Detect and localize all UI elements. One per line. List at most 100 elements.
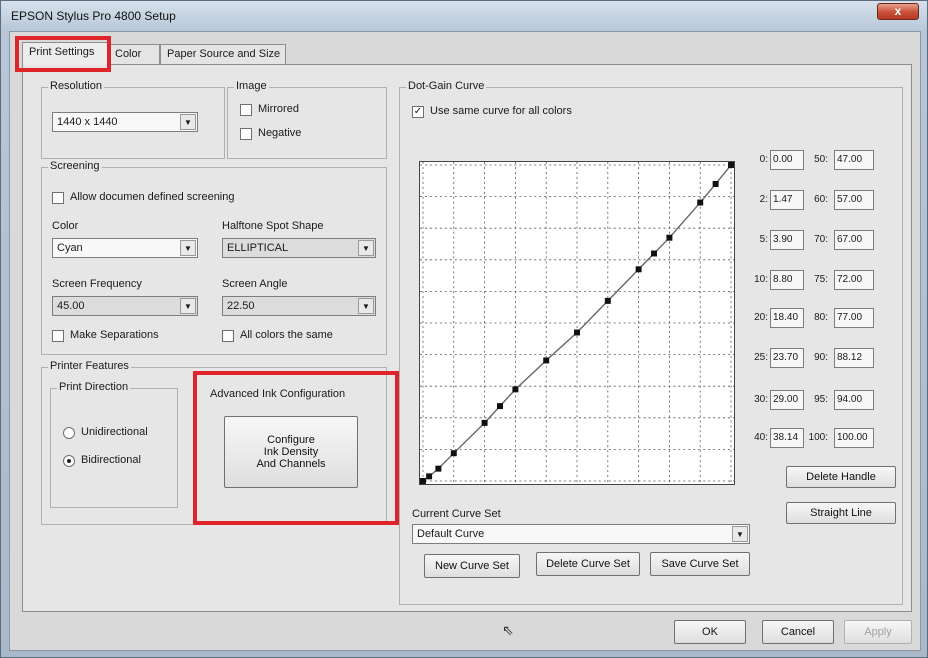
- highlight-print-settings-tab: [15, 36, 111, 72]
- bidirectional-radio[interactable]: [63, 455, 75, 467]
- curve-point-value-field[interactable]: 77.00: [834, 308, 874, 328]
- delete-handle-button[interactable]: Delete Handle: [786, 466, 896, 488]
- all-colors-checkbox[interactable]: [222, 330, 234, 342]
- angle-value: 22.50: [227, 300, 255, 312]
- curve-point-label: 90:: [814, 352, 828, 363]
- curve-handle-point[interactable]: [420, 478, 426, 484]
- angle-label: Screen Angle: [222, 278, 288, 290]
- chevron-down-icon: ▼: [180, 114, 196, 130]
- curve-handle-point[interactable]: [635, 266, 642, 273]
- curve-handle-point[interactable]: [435, 465, 442, 472]
- highlight-advanced-ink: [193, 371, 399, 525]
- use-same-curve-label: Use same curve for all colors: [430, 105, 572, 117]
- curve-handle-point[interactable]: [712, 180, 719, 187]
- chevron-down-icon: ▼: [358, 298, 374, 314]
- new-curve-set-button[interactable]: New Curve Set: [424, 554, 520, 578]
- curve-point-value-field[interactable]: 8.80: [770, 270, 804, 290]
- curve-point-label: 5:: [759, 234, 768, 245]
- color-select[interactable]: Cyan ▼: [52, 238, 198, 258]
- curve-handle-point[interactable]: [481, 419, 488, 426]
- curve-point-label: 20:: [754, 312, 768, 323]
- curve-point-label: 100:: [808, 432, 828, 443]
- tab-color[interactable]: Color: [108, 44, 160, 64]
- angle-select[interactable]: 22.50 ▼: [222, 296, 376, 316]
- unidirectional-radio[interactable]: [63, 427, 75, 439]
- curve-handle-point[interactable]: [651, 250, 657, 257]
- curve-point-value-field[interactable]: 94.00: [834, 390, 874, 410]
- curve-handle-point[interactable]: [666, 234, 673, 241]
- dot-gain-curve-chart[interactable]: [419, 161, 735, 485]
- curve-point-value-field[interactable]: 57.00: [834, 190, 874, 210]
- curve-handle-point[interactable]: [697, 199, 704, 206]
- ok-button[interactable]: OK: [674, 620, 746, 644]
- mouse-cursor-icon: ⇖: [502, 622, 514, 638]
- curve-point-value-field[interactable]: 0.00: [770, 150, 804, 170]
- print-settings-panel: Resolution 1440 x 1440 ▼ Image Mirrored …: [22, 64, 912, 612]
- curve-point-value-field[interactable]: 1.47: [770, 190, 804, 210]
- curve-point-value-field[interactable]: 18.40: [770, 308, 804, 328]
- curve-handle-point[interactable]: [426, 473, 433, 480]
- curve-point-label: 25:: [754, 352, 768, 363]
- resolution-select[interactable]: 1440 x 1440 ▼: [52, 112, 198, 132]
- tab-paper-source[interactable]: Paper Source and Size: [160, 44, 286, 64]
- cancel-button[interactable]: Cancel: [762, 620, 834, 644]
- halftone-label: Halftone Spot Shape: [222, 220, 324, 232]
- curve-handle-point[interactable]: [728, 162, 734, 168]
- negative-checkbox[interactable]: [240, 128, 252, 140]
- apply-button[interactable]: Apply: [844, 620, 912, 644]
- curve-handle-point[interactable]: [497, 403, 503, 410]
- dialog-footer: ⇖ OK Cancel Apply: [10, 612, 920, 650]
- curve-point-value-field[interactable]: 38.14: [770, 428, 804, 448]
- curve-point-label: 0:: [759, 154, 768, 165]
- curve-point-value-field[interactable]: 67.00: [834, 230, 874, 250]
- curve-handle-point[interactable]: [512, 386, 519, 393]
- curve-point-value-field[interactable]: 3.90: [770, 230, 804, 250]
- curve-handle-point[interactable]: [543, 357, 550, 364]
- curve-point-label: 95:: [814, 394, 828, 405]
- make-separations-checkbox[interactable]: [52, 330, 64, 342]
- frequency-select[interactable]: 45.00 ▼: [52, 296, 198, 316]
- color-label: Color: [52, 220, 79, 232]
- resolution-group: Resolution 1440 x 1440 ▼: [41, 80, 225, 159]
- delete-curve-set-button[interactable]: Delete Curve Set: [536, 552, 640, 576]
- curve-point-label: 2:: [759, 194, 768, 205]
- negative-label: Negative: [258, 127, 302, 139]
- curve-point-value-field[interactable]: 23.70: [770, 348, 804, 368]
- curve-point-value-field[interactable]: 72.00: [834, 270, 874, 290]
- window-title: EPSON Stylus Pro 4800 Setup: [11, 9, 176, 23]
- curve-handle-point[interactable]: [450, 450, 457, 457]
- dialog-client: Print Settings Color Paper Source and Si…: [9, 31, 921, 651]
- chevron-down-icon: ▼: [732, 526, 748, 542]
- dot-gain-legend: Dot-Gain Curve: [406, 80, 487, 92]
- halftone-select[interactable]: ELLIPTICAL ▼: [222, 238, 376, 258]
- curve-handle-point[interactable]: [574, 329, 580, 336]
- curve-point-value-field[interactable]: 100.00: [834, 428, 874, 448]
- curve-handle-point[interactable]: [604, 297, 611, 304]
- chevron-down-icon: ▼: [180, 298, 196, 314]
- mirrored-checkbox[interactable]: [240, 104, 252, 116]
- curve-point-label: 40:: [754, 432, 768, 443]
- printer-features-legend: Printer Features: [48, 360, 131, 372]
- curve-point-value-field[interactable]: 88.12: [834, 348, 874, 368]
- allow-screening-checkbox[interactable]: [52, 192, 64, 204]
- screening-group: Screening Allow documen defined screenin…: [41, 160, 387, 355]
- straight-line-button[interactable]: Straight Line: [786, 502, 896, 524]
- curve-point-label: 50:: [814, 154, 828, 165]
- current-curve-set-select[interactable]: Default Curve ▼: [412, 524, 750, 544]
- all-colors-label: All colors the same: [240, 329, 333, 341]
- curve-point-label: 60:: [814, 194, 828, 205]
- curve-point-label: 75:: [814, 274, 828, 285]
- image-legend: Image: [234, 80, 269, 92]
- print-direction-legend: Print Direction: [57, 381, 131, 393]
- mirrored-label: Mirrored: [258, 103, 299, 115]
- title-bar[interactable]: EPSON Stylus Pro 4800 Setup x: [1, 1, 927, 31]
- close-button[interactable]: x: [877, 3, 919, 20]
- curve-point-value-field[interactable]: 47.00: [834, 150, 874, 170]
- allow-screening-label: Allow documen defined screening: [70, 191, 235, 203]
- current-curve-set-label: Current Curve Set: [412, 508, 501, 520]
- chevron-down-icon: ▼: [358, 240, 374, 256]
- curve-point-value-field[interactable]: 29.00: [770, 390, 804, 410]
- curve-point-label: 70:: [814, 234, 828, 245]
- use-same-curve-checkbox[interactable]: ✓: [412, 106, 424, 118]
- save-curve-set-button[interactable]: Save Curve Set: [650, 552, 750, 576]
